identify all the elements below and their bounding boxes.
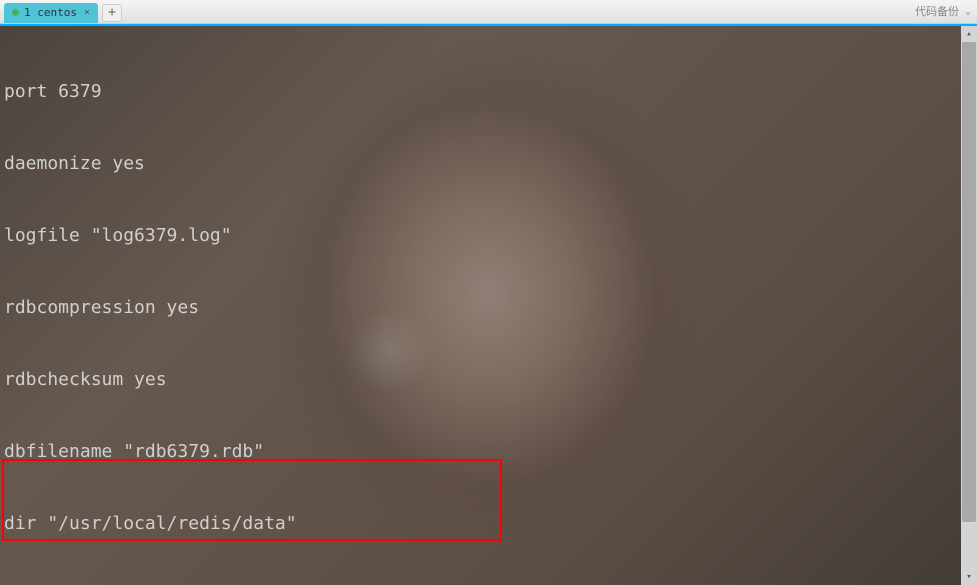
config-line: rdbcompression yes (4, 296, 973, 320)
tab-close-icon[interactable]: × (84, 7, 90, 18)
config-line: daemonize yes (4, 152, 973, 176)
config-line: dbfilename "rdb6379.rdb" (4, 440, 973, 464)
tab-label: 1 centos (24, 6, 77, 19)
editor-content[interactable]: port 6379 daemonize yes logfile "log6379… (0, 26, 977, 585)
backup-label: 代码备份 (915, 3, 959, 19)
tab-centos[interactable]: 1 centos × (4, 3, 98, 23)
scroll-down-icon[interactable]: ▾ (961, 569, 977, 585)
scroll-up-icon[interactable]: ▴ (961, 26, 977, 42)
config-line: logfile "log6379.log" (4, 224, 973, 248)
plus-icon: + (108, 5, 116, 20)
tab-bar: 1 centos × + 代码备份 ⌄ (0, 0, 977, 24)
scroll-thumb[interactable] (962, 42, 976, 522)
tabbar-right: 代码备份 ⌄ (915, 3, 971, 19)
tab-status-dot (12, 9, 19, 16)
new-tab-button[interactable]: + (102, 4, 122, 22)
chevron-down-icon[interactable]: ⌄ (965, 6, 971, 17)
scrollbar[interactable]: ▴ ▾ (961, 26, 977, 585)
config-line: port 6379 (4, 80, 973, 104)
terminal-area[interactable]: port 6379 daemonize yes logfile "log6379… (0, 24, 977, 585)
config-line: rdbchecksum yes (4, 368, 973, 392)
config-line: dir "/usr/local/redis/data" (4, 512, 973, 536)
